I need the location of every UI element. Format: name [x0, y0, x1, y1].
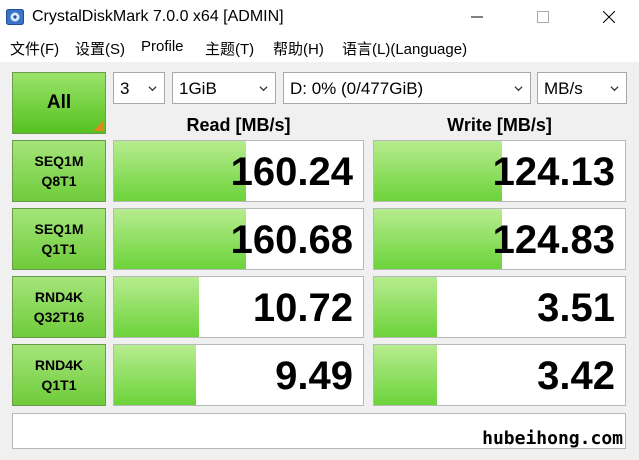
write-result-rnd4k-q1t1: 3.42 — [373, 344, 626, 406]
read-value: 10.72 — [252, 286, 353, 330]
test-button-rnd4k-q1t1[interactable]: RND4K Q1T1 — [12, 344, 106, 406]
write-value: 124.83 — [492, 218, 615, 262]
chevron-down-icon — [514, 86, 523, 92]
write-bar — [374, 209, 502, 269]
size-select[interactable]: 1GiB — [172, 72, 276, 104]
unit-select[interactable]: MB/s — [537, 72, 627, 104]
read-value: 160.24 — [230, 150, 353, 194]
menu-theme[interactable]: 主题(T) — [205, 38, 254, 59]
read-result-seq1m-q1t1: 160.68 — [113, 208, 364, 270]
test-label-line2: Q1T1 — [41, 241, 77, 257]
menu-help[interactable]: 帮助(H) — [273, 38, 324, 59]
read-header: Read [MB/s] — [186, 115, 291, 135]
maximize-icon — [537, 11, 549, 23]
write-result-seq1m-q8t1: 124.13 — [373, 140, 626, 202]
count-value: 3 — [120, 79, 130, 98]
test-label-line1: RND4K — [34, 289, 84, 305]
write-bar — [374, 345, 437, 405]
close-button[interactable] — [586, 0, 632, 34]
read-bar — [114, 209, 246, 269]
maximize-button[interactable] — [520, 0, 566, 34]
test-label-line2: Q1T1 — [41, 377, 77, 393]
corner-marker-icon — [93, 121, 103, 131]
title-bar: CrystalDiskMark 7.0.0 x64 [ADMIN] — [0, 0, 639, 34]
read-bar — [114, 141, 246, 201]
write-value: 3.42 — [537, 354, 615, 398]
write-result-rnd4k-q32t16: 3.51 — [373, 276, 626, 338]
chevron-down-icon — [259, 86, 268, 92]
read-value: 160.68 — [230, 218, 353, 262]
minimize-button[interactable] — [454, 0, 500, 34]
test-label-line2: Q8T1 — [41, 173, 77, 189]
chevron-down-icon — [610, 86, 619, 92]
test-button-rnd4k-q32t16[interactable]: RND4K Q32T16 — [12, 276, 106, 338]
run-all-label: All — [46, 92, 72, 113]
write-bar — [374, 141, 502, 201]
count-select[interactable]: 3 — [113, 72, 165, 104]
chevron-down-icon — [148, 86, 157, 92]
drive-value: D: 0% (0/477GiB) — [290, 79, 424, 98]
write-value: 124.13 — [492, 150, 615, 194]
menu-profile[interactable]: Profile — [141, 38, 184, 55]
test-label-line2: Q32T16 — [33, 309, 85, 325]
menu-bar: 文件(F) 设置(S) Profile 主题(T) 帮助(H) 语言(L)(La… — [0, 34, 639, 62]
write-result-seq1m-q1t1: 124.83 — [373, 208, 626, 270]
read-bar — [114, 345, 197, 405]
read-result-rnd4k-q1t1: 9.49 — [113, 344, 364, 406]
window-title: CrystalDiskMark 7.0.0 x64 [ADMIN] — [32, 8, 284, 25]
watermark: hubeihong.com — [482, 428, 623, 449]
test-button-seq1m-q1t1[interactable]: SEQ1M Q1T1 — [12, 208, 106, 270]
read-value: 9.49 — [275, 354, 353, 398]
read-bar — [114, 277, 199, 337]
read-result-seq1m-q8t1: 160.24 — [113, 140, 364, 202]
test-label-line1: SEQ1M — [34, 221, 84, 237]
write-header: Write [MB/s] — [447, 115, 552, 135]
write-value: 3.51 — [537, 286, 615, 330]
write-bar — [374, 277, 437, 337]
size-value: 1GiB — [179, 79, 217, 98]
menu-language[interactable]: 语言(L)(Language) — [342, 38, 467, 59]
app-icon — [6, 9, 24, 25]
test-label-line1: RND4K — [34, 357, 84, 373]
close-icon — [603, 11, 615, 23]
unit-value: MB/s — [544, 79, 583, 98]
minimize-icon — [471, 16, 483, 18]
menu-settings[interactable]: 设置(S) — [75, 38, 125, 59]
read-result-rnd4k-q32t16: 10.72 — [113, 276, 364, 338]
run-all-button[interactable]: All — [12, 72, 106, 134]
drive-select[interactable]: D: 0% (0/477GiB) — [283, 72, 531, 104]
test-label-line1: SEQ1M — [34, 153, 84, 169]
test-button-seq1m-q8t1[interactable]: SEQ1M Q8T1 — [12, 140, 106, 202]
menu-file[interactable]: 文件(F) — [10, 38, 59, 59]
